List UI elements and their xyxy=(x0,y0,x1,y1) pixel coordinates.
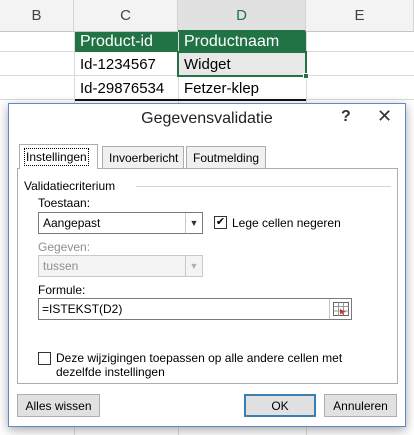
data-label: Gegeven: xyxy=(38,240,91,254)
chevron-down-icon[interactable]: ▼ xyxy=(185,213,202,233)
column-header-c[interactable]: C xyxy=(74,0,178,32)
tab-foutmelding[interactable]: Foutmelding xyxy=(186,146,266,168)
column-header-b[interactable]: B xyxy=(0,0,74,32)
apply-all-checkbox[interactable] xyxy=(38,352,51,365)
help-icon[interactable]: ? xyxy=(341,108,351,126)
allow-label: Toestaan: xyxy=(38,196,91,210)
cancel-button[interactable]: Annuleren xyxy=(324,394,397,417)
column-header-d[interactable]: D xyxy=(178,0,306,32)
formula-input-value: =ISTEKST(D2) xyxy=(42,302,123,316)
column-header-e[interactable]: E xyxy=(306,0,414,32)
cell-c-row2[interactable]: Id-29876534 xyxy=(75,76,178,100)
cell-d-row2[interactable]: Fetzer-klep xyxy=(179,76,306,100)
cell-d-header[interactable]: Productnaam xyxy=(179,32,306,52)
close-icon[interactable]: ✕ xyxy=(377,106,392,127)
tab-invoerbericht[interactable]: Invoerbericht xyxy=(102,146,184,168)
formula-input[interactable]: =ISTEKST(D2) xyxy=(38,298,352,320)
active-cell-border xyxy=(177,51,307,77)
allow-select[interactable]: Aangepast ▼ xyxy=(38,212,203,234)
clear-all-button[interactable]: Alles wissen xyxy=(17,394,100,417)
tab-invoerbericht-label: Invoerbericht xyxy=(109,150,179,165)
formula-label: Formule: xyxy=(38,283,86,297)
fill-handle[interactable] xyxy=(303,73,309,79)
data-validation-dialog: Gegevensvalidatie ? ✕ Instellingen Invoe… xyxy=(8,103,406,427)
ok-button[interactable]: OK xyxy=(244,394,316,417)
tab-instellingen-label: Instellingen xyxy=(24,148,89,166)
apply-all-label: Deze wijzigingen toepassen op alle ander… xyxy=(56,351,343,379)
tab-foutmelding-label: Foutmelding xyxy=(193,150,260,165)
section-divider xyxy=(136,186,391,187)
ignore-blank-checkbox[interactable]: ✔ xyxy=(214,216,227,229)
data-select[interactable]: tussen ▼ xyxy=(38,255,203,277)
settings-panel: Validatiecriterium Toestaan: Aangepast ▼… xyxy=(17,168,398,384)
allow-select-value: Aangepast xyxy=(43,216,101,230)
cell-c-header[interactable]: Product-id xyxy=(75,32,178,52)
tab-instellingen[interactable]: Instellingen xyxy=(19,144,98,169)
data-select-value: tussen xyxy=(43,259,79,273)
dialog-titlebar[interactable]: Gegevensvalidatie ? ✕ xyxy=(9,104,405,135)
cell-c-row1[interactable]: Id-1234567 xyxy=(75,52,178,76)
chevron-down-icon[interactable]: ▼ xyxy=(185,256,202,276)
section-title: Validatiecriterium xyxy=(24,179,116,193)
ignore-blank-label: Lege cellen negeren xyxy=(232,216,341,230)
range-select-icon[interactable] xyxy=(329,299,351,319)
